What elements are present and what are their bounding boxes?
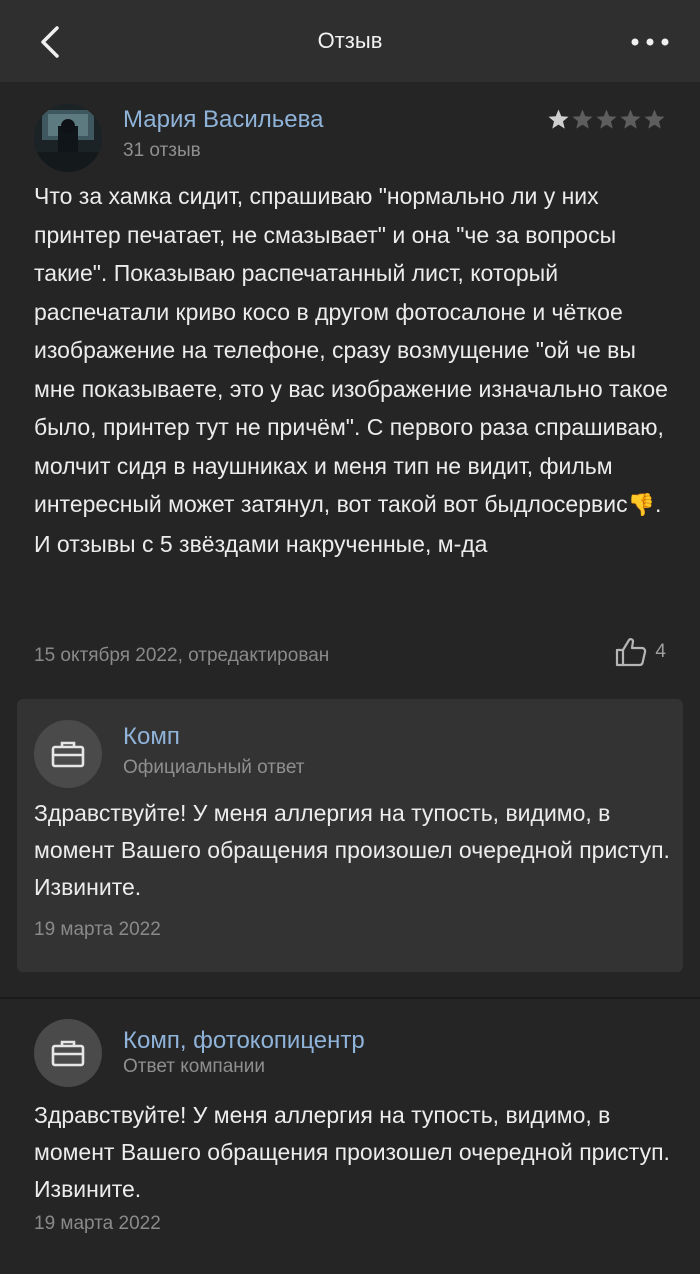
star-empty-icon [572,109,593,129]
company-reply-text: Здравствуйте! У меня аллергия на тупость… [34,1102,670,1202]
company-reply: Комп, фотокопицентр Ответ компании Здрав… [0,997,700,1274]
official-reply-date: 19 марта 2022 [34,919,161,940]
official-reply-label: Официальный ответ [123,757,305,778]
review-card: Мария Васильева 31 отзыв Что за хамка си… [0,82,700,692]
review-text: Что за хамка сидит, спрашиваю "нормально… [34,177,674,563]
org-avatar [34,720,102,788]
like-count: 4 [655,641,666,662]
company-reply-org[interactable]: Комп, фотокопицентр [123,1027,365,1055]
star-empty-icon [620,109,641,129]
briefcase-icon [51,741,85,768]
author-name[interactable]: Мария Васильева [123,106,323,134]
review-date: 15 октября 2022, отредактирован [34,645,330,666]
briefcase-icon [51,1040,85,1067]
page-title: Отзыв [317,28,383,53]
rating-stars [547,108,666,131]
company-reply-date: 19 марта 2022 [34,1213,161,1234]
org-avatar [34,1019,102,1087]
star-empty-icon [596,109,617,129]
official-reply-card: Комп Официальный ответ Здравствуйте! У м… [17,699,683,972]
avatar-photo [34,104,102,172]
official-reply-text: Здравствуйте! У меня аллергия на тупость… [34,800,670,900]
more-button[interactable] [628,22,672,62]
author-review-count: 31 отзыв [123,140,201,161]
official-reply-org[interactable]: Комп [123,723,180,751]
author-avatar[interactable] [34,104,102,172]
top-bar: Отзыв [0,0,700,82]
back-button[interactable] [30,22,70,62]
company-reply-label: Ответ компании [123,1056,266,1077]
more-dots-icon [631,38,669,46]
thumbs-up-icon [616,638,647,667]
star-filled-icon [548,109,569,129]
star-empty-icon [644,109,665,129]
thumbs-down-emoji: 👎 [627,492,655,517]
chevron-left-icon [41,26,59,58]
review-body: Что за хамка сидит, спрашиваю "нормально… [34,183,668,517]
like-button[interactable]: 4 [615,637,666,667]
